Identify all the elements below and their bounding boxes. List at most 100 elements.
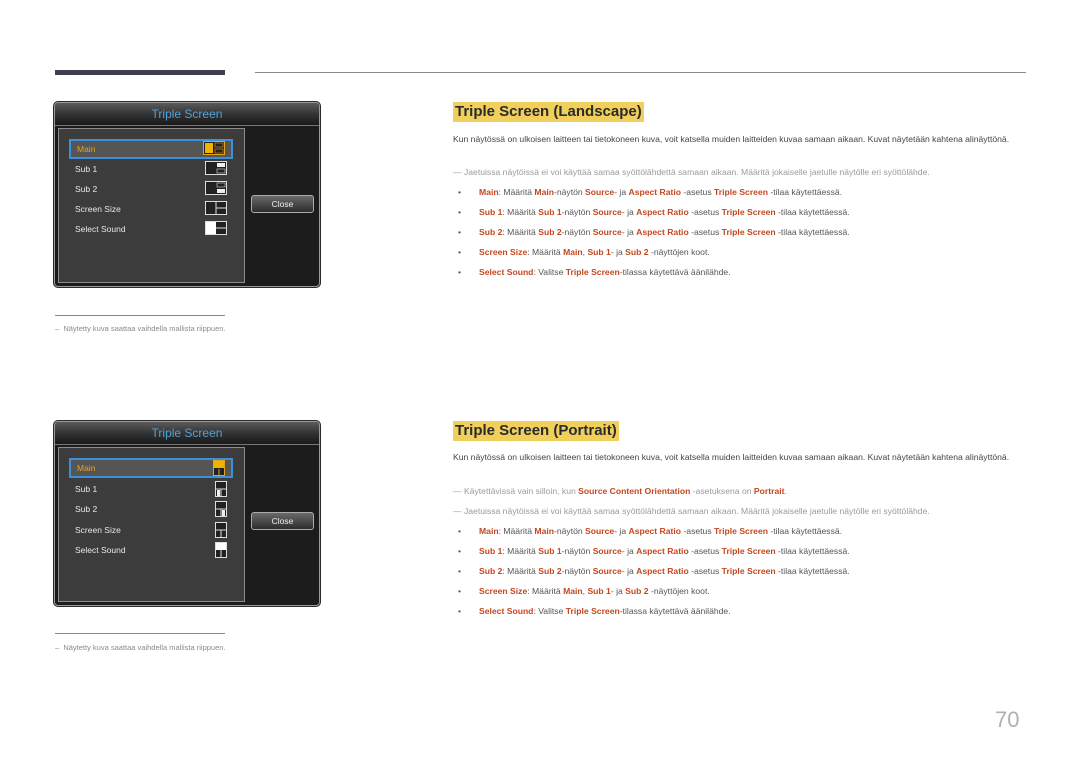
text-run: - ja xyxy=(614,187,629,197)
text-run: -tilaa käytettäessä. xyxy=(775,207,850,217)
osd-item-select-sound[interactable]: Select Sound xyxy=(69,219,233,239)
footnote-text: Näytetty kuva saattaa vaihdella mallista… xyxy=(63,324,226,333)
highlighted-term: Select Sound xyxy=(479,267,534,277)
osd-item-label: Screen Size xyxy=(75,204,121,214)
osd-item-label: Sub 1 xyxy=(75,164,98,174)
highlighted-term: Aspect Ratio xyxy=(636,566,689,576)
note-text: Jaetuissa näytöissä ei voi käyttää samaa… xyxy=(463,167,930,177)
text-run: -asetus xyxy=(688,227,722,237)
list-item: Select Sound: Valitse Triple Screen-tila… xyxy=(458,601,850,621)
osd-item-screen-size[interactable]: Screen Size xyxy=(69,520,233,540)
osd-title: Triple Screen xyxy=(55,103,319,126)
text-run: - ja xyxy=(610,586,626,596)
text-run: -näytön xyxy=(553,526,586,536)
osd-dialog-landscape: Triple Screen Main Sub 1 Sub 2 Screen Si… xyxy=(54,102,320,287)
highlighted-term: Main xyxy=(479,187,499,197)
text-run: -asetuksena on xyxy=(690,486,754,496)
highlighted-term: Sub 2 xyxy=(625,247,649,257)
text-run: : Määritä xyxy=(498,526,535,536)
text-run: : Määritä xyxy=(527,586,564,596)
highlighted-term: Source xyxy=(592,207,622,217)
osd-item-screen-size[interactable]: Screen Size xyxy=(69,199,233,219)
footnote-rule xyxy=(55,315,225,316)
note-dash: — xyxy=(453,167,462,177)
highlighted-term: Aspect Ratio xyxy=(636,207,689,217)
highlighted-term: Select Sound xyxy=(479,606,534,616)
text-run: -asetus xyxy=(681,526,715,536)
osd-item-label: Sub 1 xyxy=(75,484,98,494)
osd-item-label: Select Sound xyxy=(75,545,126,555)
osd-item-main[interactable]: Main xyxy=(69,139,233,159)
option-list-landscape: Main: Määritä Main-näytön Source- ja Asp… xyxy=(458,182,850,282)
text-run: : Määritä xyxy=(502,566,539,576)
close-button[interactable]: Close xyxy=(251,195,314,213)
osd-item-sub-1[interactable]: Sub 1 xyxy=(69,479,233,499)
highlighted-term: Portrait xyxy=(753,486,785,496)
text-run: -näytön xyxy=(561,227,593,237)
text-run: -näyttöjen koot. xyxy=(648,247,710,257)
highlighted-term: Sub 1 xyxy=(538,207,562,217)
osd-menu-list: Main Sub 1 Sub 2 Screen Size Select Soun… xyxy=(58,447,245,602)
close-button[interactable]: Close xyxy=(251,512,314,530)
osd-item-label: Main xyxy=(77,463,96,473)
osd-item-sub-1[interactable]: Sub 1 xyxy=(69,159,233,179)
footnote-text: Näytetty kuva saattaa vaihdella mallista… xyxy=(63,643,226,652)
highlighted-term: Screen Size xyxy=(479,247,528,257)
section-heading-landscape: Triple Screen (Landscape) xyxy=(453,102,644,122)
text-run: : Määritä xyxy=(498,187,535,197)
osd-item-label: Main xyxy=(77,144,96,154)
layout-sub1-portrait-icon xyxy=(215,481,227,497)
note-dash: — xyxy=(453,486,464,496)
text-run: -näytön xyxy=(561,546,593,556)
highlighted-term: Aspect Ratio xyxy=(628,187,682,197)
text-run: -asetus xyxy=(688,566,722,576)
intro-paragraph: Kun näytössä on ulkoisen laitteen tai ti… xyxy=(453,452,1010,462)
highlighted-term: Sub 2 xyxy=(538,566,562,576)
list-item: Sub 2: Määritä Sub 2-näytön Source- ja A… xyxy=(458,561,850,581)
layout-screen-size-portrait-icon xyxy=(215,522,227,538)
layout-sub1-landscape-icon xyxy=(205,161,227,175)
text-run: -tilaa käytettäessä. xyxy=(768,187,843,197)
text-run: - ja xyxy=(621,207,637,217)
highlighted-term: Source xyxy=(592,227,622,237)
highlighted-term: Triple Screen xyxy=(565,267,620,277)
layout-sub2-landscape-icon xyxy=(205,181,227,195)
option-list-portrait: Main: Määritä Main-näytön Source- ja Asp… xyxy=(458,521,850,621)
footnote: – Näytetty kuva saattaa vaihdella mallis… xyxy=(55,324,226,333)
layout-main-portrait-icon xyxy=(213,460,225,476)
highlighted-term: Sub 2 xyxy=(538,227,562,237)
text-run: - ja xyxy=(621,566,637,576)
layout-screen-size-landscape-icon xyxy=(205,201,227,215)
osd-item-sub-2[interactable]: Sub 2 xyxy=(69,179,233,199)
footnote-dash: – xyxy=(55,324,60,333)
text-run: -näytön xyxy=(553,187,586,197)
text-run: - ja xyxy=(610,247,626,257)
text-run: -tilaa käytettäessä. xyxy=(775,566,850,576)
text-run: -asetus xyxy=(688,546,722,556)
text-run: -näytön xyxy=(561,207,593,217)
text-run: -tilassa käytettävä äänilähde. xyxy=(619,606,731,616)
highlighted-term: Sub 1 xyxy=(538,546,562,556)
layout-select-sound-portrait-icon xyxy=(215,542,227,558)
osd-item-main[interactable]: Main xyxy=(69,458,233,478)
osd-item-select-sound[interactable]: Select Sound xyxy=(69,540,233,560)
note-paragraph: — Jaetuissa näytöissä ei voi käyttää sam… xyxy=(453,505,1023,518)
text-run: -näytön xyxy=(561,566,593,576)
text-run: - ja xyxy=(614,526,629,536)
layout-select-sound-landscape-icon xyxy=(205,221,227,235)
list-item: Select Sound: Valitse Triple Screen-tila… xyxy=(458,262,850,282)
text-run: -asetus xyxy=(688,207,722,217)
highlighted-term: Triple Screen xyxy=(714,526,768,536)
highlighted-term: Triple Screen xyxy=(721,207,776,217)
footnote-dash: – xyxy=(55,643,60,652)
note-dash: — xyxy=(453,506,462,516)
text-run: : Määritä xyxy=(502,546,539,556)
highlighted-term: Screen Size xyxy=(479,586,528,596)
osd-item-label: Select Sound xyxy=(75,224,126,234)
note-paragraph: — Jaetuissa näytöissä ei voi käyttää sam… xyxy=(453,166,1023,179)
highlighted-term: Aspect Ratio xyxy=(636,227,689,237)
note-text: Jaetuissa näytöissä ei voi käyttää samaa… xyxy=(463,506,930,516)
osd-item-sub-2[interactable]: Sub 2 xyxy=(69,499,233,519)
highlighted-term: Main xyxy=(534,187,554,197)
footnote-rule xyxy=(55,633,225,634)
